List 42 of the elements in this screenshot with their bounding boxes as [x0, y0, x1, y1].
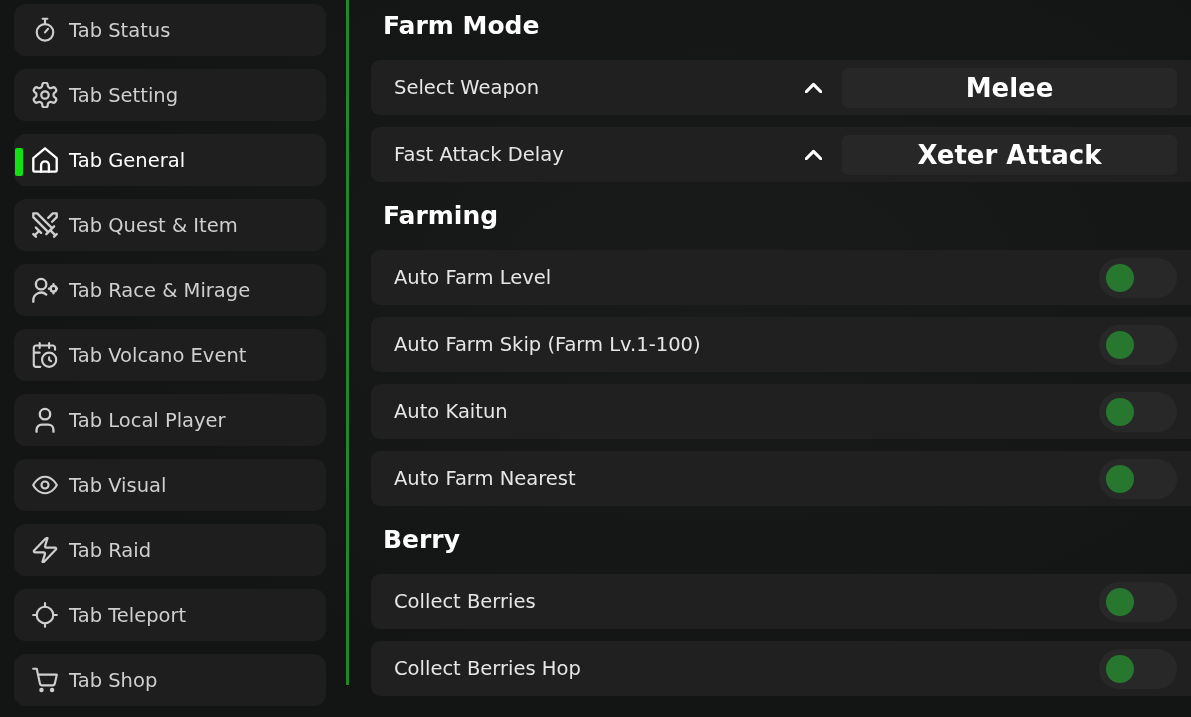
sidebar-tab[interactable]: Tab Setting [14, 69, 326, 121]
dropdown-field[interactable]: Melee [842, 67, 1177, 108]
toggle-switch[interactable] [1099, 581, 1177, 622]
dropdown-field[interactable]: Xeter Attack [842, 134, 1177, 175]
setting-label: Collect Berries Hop [394, 657, 582, 680]
sidebar-tab[interactable]: Tab Quest & Item [14, 199, 326, 251]
chevron-up-icon [805, 149, 822, 160]
section-heading: Farming [383, 200, 499, 232]
sidebar-tab[interactable]: Tab Race & Mirage [14, 264, 326, 316]
gear-icon [32, 82, 58, 108]
sidebar-tab[interactable]: Tab Status [14, 4, 326, 56]
section-heading: Berry [383, 524, 460, 556]
sidebar-tab[interactable]: Tab Raid [14, 524, 326, 576]
chevron-up-icon [805, 82, 822, 93]
setting-label: Fast Attack Delay [394, 143, 565, 166]
section-heading: Farm Mode [383, 10, 540, 42]
setting-label: Auto Farm Level [394, 266, 553, 289]
crossed-swords-icon [32, 212, 58, 238]
user-gear-icon [32, 277, 58, 303]
crosshair-icon [32, 602, 58, 628]
setting-label: Select Weapon [394, 76, 541, 99]
toggle-switch[interactable] [1099, 648, 1177, 689]
toggle-switch[interactable] [1099, 324, 1177, 365]
sidebar-tab[interactable]: Tab Shop [14, 654, 326, 706]
home-icon [32, 147, 58, 173]
toggle-switch[interactable] [1099, 257, 1177, 298]
toggle-switch[interactable] [1099, 458, 1177, 499]
lightning-icon [32, 537, 58, 563]
cart-icon [32, 667, 58, 693]
setting-label: Collect Berries [394, 590, 537, 613]
sidebar-tab[interactable]: Tab Volcano Event [14, 329, 326, 381]
sidebar-tab[interactable]: Tab Teleport [14, 589, 326, 641]
sidebar-tab[interactable]: Tab Local Player [14, 394, 326, 446]
sidebar-tab[interactable]: Tab Visual [14, 459, 326, 511]
active-marker-icon [15, 148, 23, 176]
calendar-clock-icon [32, 342, 58, 368]
setting-label: Auto Kaitun [394, 400, 509, 423]
toggle-switch[interactable] [1099, 391, 1177, 432]
setting-label: Auto Farm Skip (Farm Lv.1-100) [394, 333, 702, 356]
sidebar-tab[interactable]: Tab General [14, 134, 326, 186]
user-icon [32, 407, 58, 433]
setting-label: Auto Farm Nearest [394, 467, 577, 490]
